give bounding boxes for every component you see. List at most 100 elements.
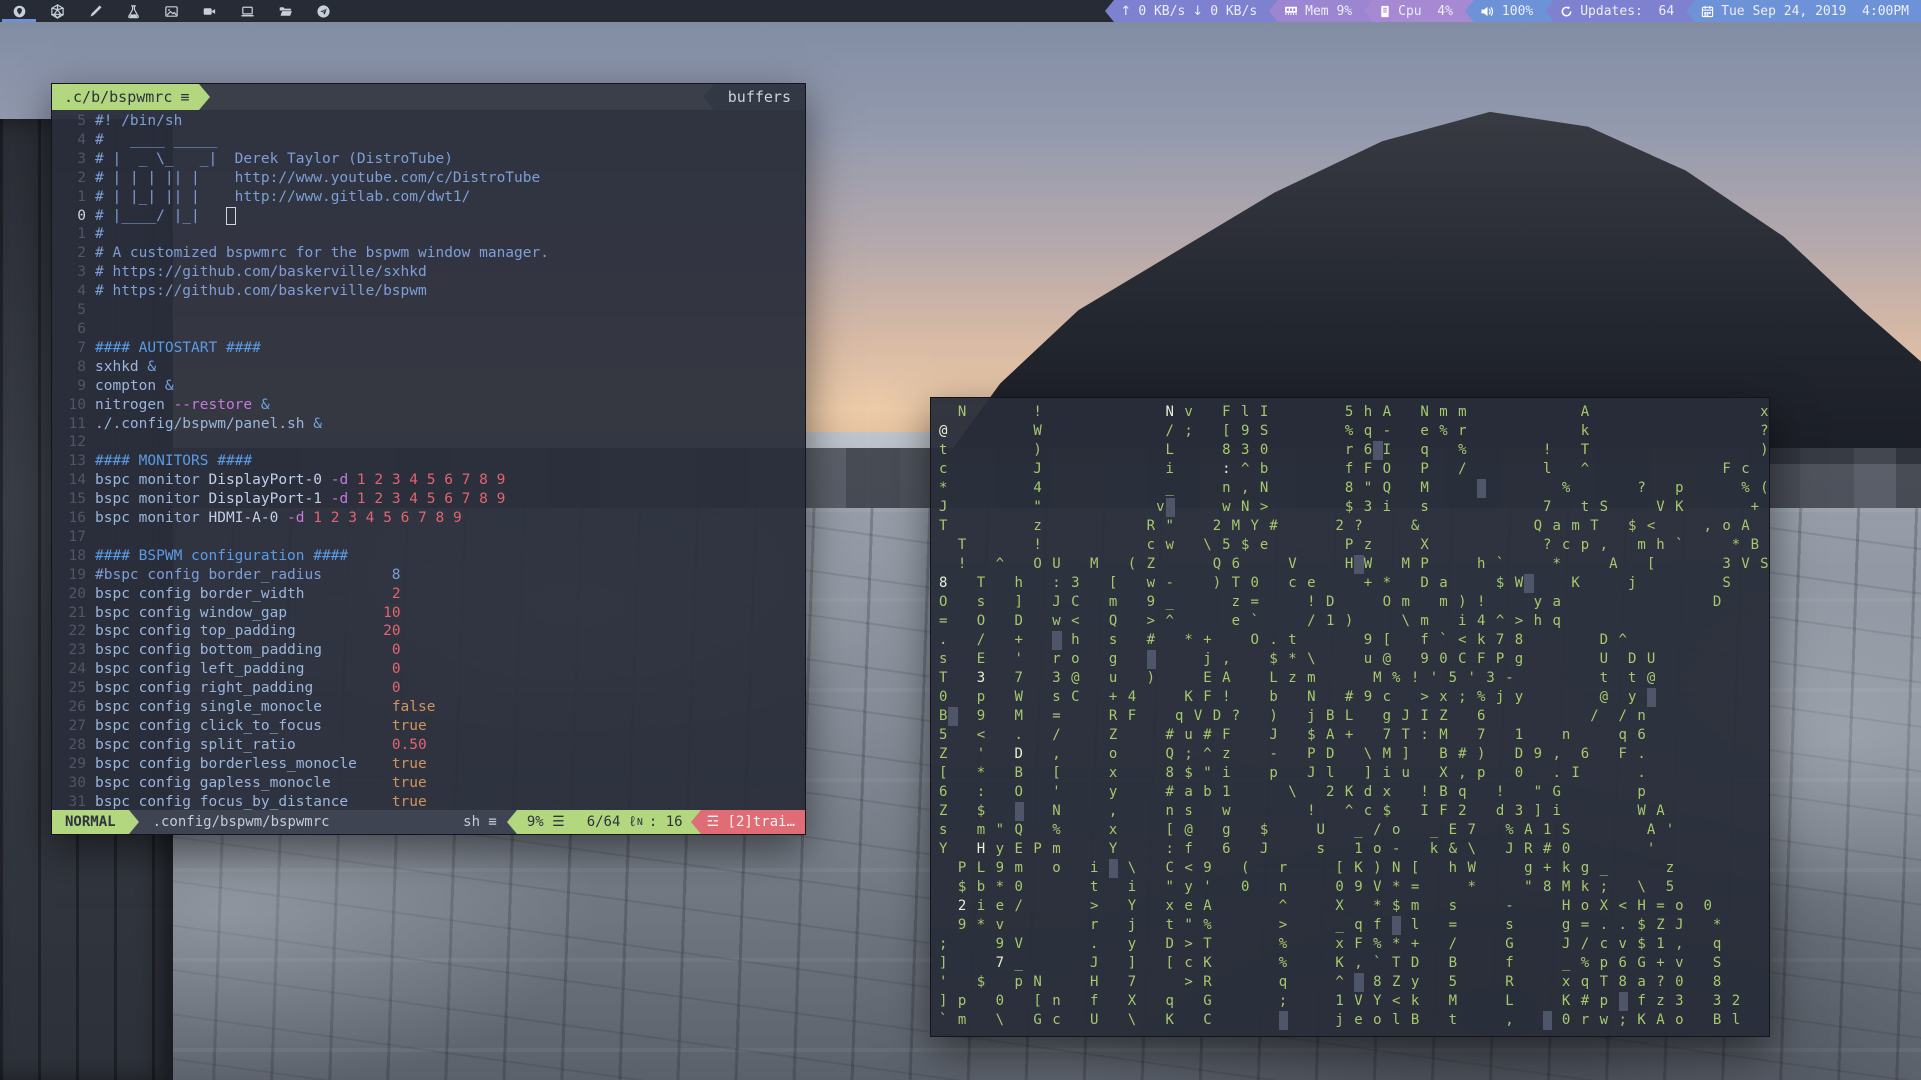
panel-segment-cpu[interactable]: Cpu 4%: [1373, 0, 1465, 22]
workspace-paper-plane[interactable]: [304, 0, 342, 22]
segment-label: Tue Sep 24, 2019 4:00PM: [1721, 4, 1909, 19]
workspace-switcher: [0, 0, 342, 22]
matrix-row: Y H y E P m Y : f 6 J s 1 o - k & \ J R …: [939, 840, 1761, 859]
workspace-flask[interactable]: [114, 0, 152, 22]
matrix-row: s E ' r o g # j , $ * \ u @ 9 0 C F P g …: [939, 650, 1761, 669]
workspace-globe-pin[interactable]: [0, 0, 38, 22]
code-line: 2# A customized bspwmrc for the bspwm wi…: [52, 244, 805, 263]
code-line: 27bspc config click_to_focus true: [52, 717, 805, 736]
code-line: 19#bspc config border_radius 8: [52, 566, 805, 585]
matrix-row: @ W / ; [ 9 S % q - e % r k ? T &: [939, 422, 1761, 441]
line-number: 5: [52, 301, 95, 320]
code-line: 5: [52, 301, 805, 320]
code-line: 6: [52, 320, 805, 339]
panel-segment-updates[interactable]: Updates: 64: [1554, 0, 1686, 22]
cmatrix-rain: N ! N v F l I 5 h A N m m A x e I@ W / ;…: [931, 398, 1769, 1035]
code-line: 1# | |_| || | http://www.gitlab.com/dwt1…: [52, 188, 805, 207]
workspace-folder[interactable]: [266, 0, 304, 22]
speaker-icon: [1480, 5, 1495, 18]
pen-icon: [88, 4, 103, 19]
line-number: 26: [52, 698, 95, 717]
line-number: 3: [52, 150, 95, 169]
line-number: 17: [52, 528, 95, 547]
code-line: 9compton &: [52, 377, 805, 396]
vim-cursor: [226, 207, 236, 225]
line-number: 25: [52, 679, 95, 698]
scroll-percent: 9% ☰: [527, 814, 565, 830]
vim-file-path: .config/bspwm/bspwmrc: [139, 810, 330, 834]
panel-segment-network[interactable]: ↑0 KB/s↓0 KB/s: [1114, 0, 1269, 22]
panel-segment-memory[interactable]: Mem 9%: [1278, 0, 1364, 22]
image-icon: [164, 4, 179, 19]
vim-buffer-content[interactable]: 5#! /bin/sh4# ____ _____3# | _ \_ _| Der…: [52, 110, 805, 810]
terminal-window-cmatrix[interactable]: N ! N v F l I 5 h A N m m A x e I@ W / ;…: [930, 397, 1770, 1037]
vim-tab-list-icon: ≡: [180, 88, 189, 106]
matrix-row: ; 9 V . y D > T % x F % * + / G J / c v …: [939, 935, 1761, 954]
line-number: 1: [52, 225, 95, 244]
workspace-pen[interactable]: [76, 0, 114, 22]
matrix-row: N ! N v F l I 5 h A N m m A x e I: [939, 403, 1761, 422]
matrix-row: 2 i e / > Y x e A ^ X * $ m s - H o X < …: [939, 897, 1761, 916]
workspace-video-camera[interactable]: [190, 0, 228, 22]
matrix-row: ' $ p N H 7 > R q ^ u 8 Z y 5 R x q T 8 …: [939, 973, 1761, 992]
folder-icon: [278, 4, 293, 19]
segment-label: Updates: 64: [1580, 4, 1674, 19]
workspace-dice-d20[interactable]: [38, 0, 76, 22]
matrix-row: = O D w < Q > ^ e ` / 1 ) \ m i 4 ^ > h …: [939, 612, 1761, 631]
workspace-laptop[interactable]: [228, 0, 266, 22]
line-number: 8: [52, 358, 95, 377]
paper-plane-icon: [316, 4, 331, 19]
matrix-row: 9 * v r j t " % > _ q f * l = s g = . . …: [939, 916, 1761, 935]
matrix-row: 8 T h : 3 [ w - ) T 0 c e + * D a $ W K …: [939, 574, 1761, 593]
segment-arrow: [1465, 0, 1474, 22]
line-number: 2: [52, 169, 95, 188]
mode-arrow: [129, 810, 139, 834]
video-camera-icon: [202, 4, 217, 19]
line-number: 18: [52, 547, 95, 566]
code-line: 18#### BSPWM configuration ####: [52, 547, 805, 566]
line-number: 9: [52, 377, 95, 396]
line-number: 27: [52, 717, 95, 736]
code-line: 24bspc config left_padding 0: [52, 660, 805, 679]
cpu-icon: [1379, 5, 1391, 18]
vim-tab-bspwmrc[interactable]: .c/b/bspwmrc ≡: [52, 84, 199, 110]
code-line: 3# | _ \_ _| Derek Taylor (DistroTube): [52, 150, 805, 169]
panel-segment-clock[interactable]: Tue Sep 24, 2019 4:00PM: [1695, 0, 1921, 22]
terminal-window-vim[interactable]: .c/b/bspwmrc≡ buffers 5#! /bin/sh4# ____…: [51, 83, 806, 835]
code-line: 31bspc config focus_by_distance true: [52, 793, 805, 810]
line-number: 20: [52, 585, 95, 604]
vim-filetype: sh ≡: [463, 810, 507, 834]
code-line: 10nitrogen --restore &: [52, 396, 805, 415]
matrix-row: B 9 M = R F q V D ? ) j B L g J I Z 6 / …: [939, 707, 1761, 726]
code-line: 1#: [52, 225, 805, 244]
line-number: 24: [52, 660, 95, 679]
top-panel: ↑0 KB/s↓0 KB/s Mem 9% Cpu 4% 100% Updates: 6…: [0, 0, 1921, 22]
code-line: 11./.config/bspwm/panel.sh &: [52, 415, 805, 434]
matrix-row: ! ^ O U M ( Z Q 6 V H W M P h ` * A [ 3 …: [939, 555, 1761, 574]
line-number: 7: [52, 339, 95, 358]
line-number: 10: [52, 396, 95, 415]
vim-tab-title: .c/b/bspwmrc: [64, 88, 172, 106]
segment-arrow: [1545, 0, 1554, 22]
line-number: 14: [52, 471, 95, 490]
position-arrow: [507, 810, 517, 834]
matrix-row: ` m \ G c U \ K C 2 j e o l B t , 0 r w …: [939, 1011, 1761, 1030]
line-number: 11: [52, 415, 95, 434]
matrix-row: 5 < . / Z # u # F J $ A + 7 T : M 7 1 n …: [939, 726, 1761, 745]
matrix-row: T ! c w \ 5 $ e P z X ? c p , m h ` * B …: [939, 536, 1761, 555]
code-line: 28bspc config split_ratio 0.50: [52, 736, 805, 755]
panel-segment-volume[interactable]: 100%: [1474, 0, 1545, 22]
code-line: 17: [52, 528, 805, 547]
matrix-row: 0 p W s C + 4 K F ! b N # 9 c > x ; % j …: [939, 688, 1761, 707]
line-number: 12: [52, 433, 95, 452]
matrix-row: J " v w N > $ 3 i s 7 t S V K + N: [939, 498, 1761, 517]
vim-tabline: .c/b/bspwmrc≡ buffers: [52, 84, 805, 110]
vim-tab-arrow: [199, 84, 210, 110]
code-line: 15bspc monitor DisplayPort-1 -d 1 2 3 4 …: [52, 490, 805, 509]
code-line: 5#! /bin/sh: [52, 112, 805, 131]
active-workspace-underline: [2, 19, 36, 22]
code-line: 22bspc config top_padding 20: [52, 622, 805, 641]
vim-statusline: NORMAL .config/bspwm/bspwmrc sh ≡ 9% ☰ 6…: [52, 810, 805, 834]
upload-icon: ↑: [1120, 4, 1131, 19]
workspace-image[interactable]: [152, 0, 190, 22]
